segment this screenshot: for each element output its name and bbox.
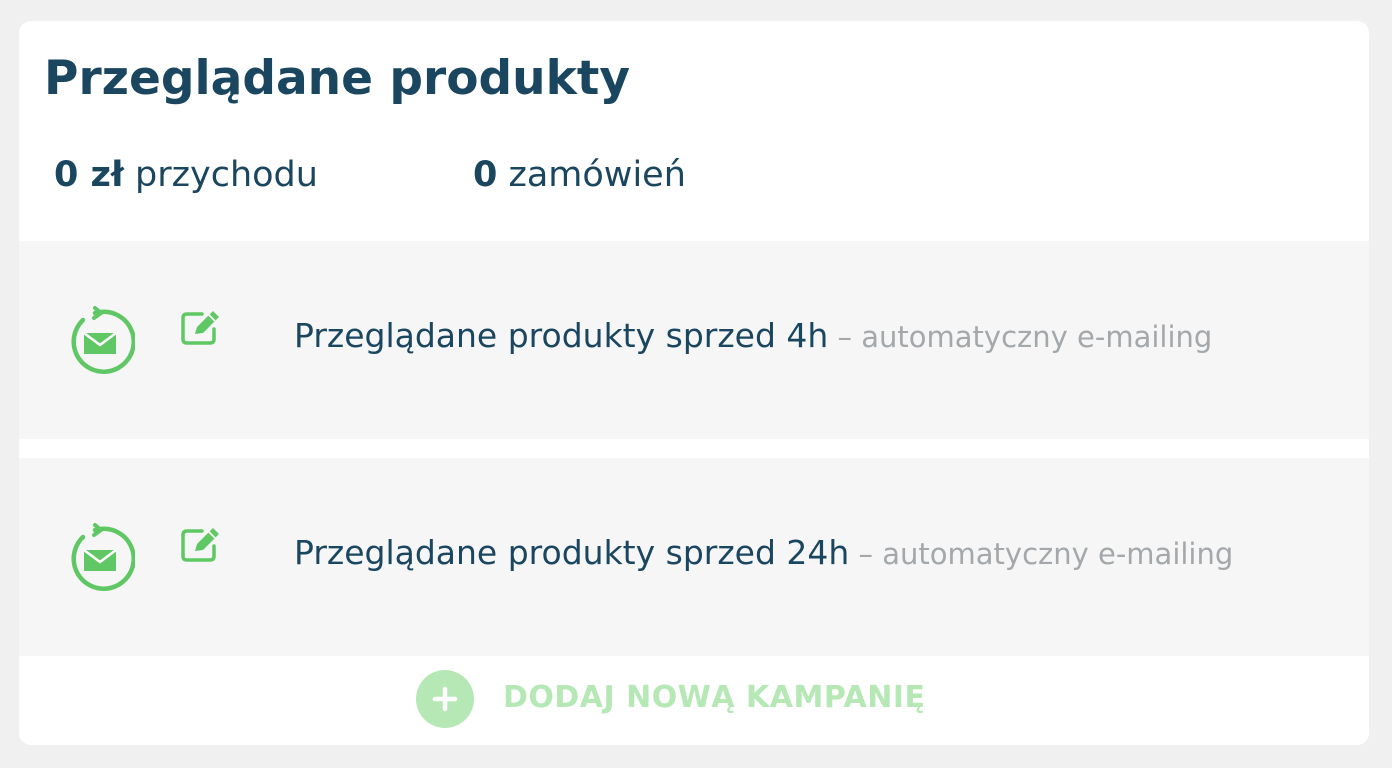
campaign-title[interactable]: Przeglądane produkty sprzed 24h – automa…: [294, 533, 1233, 572]
panel-title: Przeglądane produkty: [44, 51, 630, 106]
campaign-row: Przeglądane produkty sprzed 4h – automat…: [19, 241, 1369, 439]
email-automation-icon: [65, 306, 136, 376]
revenue-label: przychodu: [123, 155, 318, 195]
stats-bar: 0 zł przychodu 0 zamówień: [19, 155, 1369, 205]
plus-icon: [416, 670, 474, 728]
orders-value: 0: [473, 155, 498, 195]
orders-label: zamówień: [497, 155, 686, 195]
email-automation-icon: [65, 523, 136, 593]
campaign-name: Przeglądane produkty sprzed 4h: [294, 316, 829, 355]
campaign-row: Przeglądane produkty sprzed 24h – automa…: [19, 458, 1369, 656]
edit-icon[interactable]: [180, 526, 224, 566]
campaign-title[interactable]: Przeglądane produkty sprzed 4h – automat…: [294, 316, 1212, 355]
campaign-type: – automatyczny e-mailing: [828, 320, 1213, 354]
add-campaign-label: DODAJ NOWĄ KAMPANIĘ: [503, 680, 926, 715]
campaign-type: – automatyczny e-mailing: [849, 537, 1234, 571]
orders-stat: 0 zamówień: [473, 155, 686, 195]
campaign-name: Przeglądane produkty sprzed 24h: [294, 533, 850, 572]
edit-icon[interactable]: [180, 309, 224, 349]
campaign-panel: Przeglądane produkty 0 zł przychodu 0 za…: [19, 21, 1369, 745]
revenue-stat: 0 zł przychodu: [54, 155, 318, 195]
revenue-value: 0 zł: [54, 155, 124, 195]
